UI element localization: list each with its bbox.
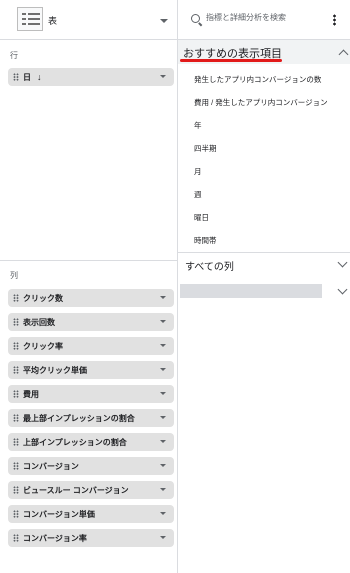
search-bar <box>178 0 350 40</box>
columns-label: 列 <box>10 271 18 280</box>
column-chip-label: コンバージョン <box>23 461 79 471</box>
highlight-underline <box>180 59 282 62</box>
chevron-down-icon[interactable] <box>160 344 166 347</box>
search-icon <box>191 14 200 23</box>
recommended-item[interactable]: 四半期 <box>194 143 217 154</box>
column-chip[interactable]: 費用 <box>8 385 174 403</box>
drag-handle-icon[interactable] <box>13 486 19 494</box>
row-chip-label: 日 <box>23 72 31 82</box>
chevron-down-icon[interactable] <box>160 368 166 371</box>
column-chip[interactable]: コンバージョン率 <box>8 529 174 547</box>
section-divider <box>0 260 178 261</box>
column-picker-panel: おすすめの表示項目 発生したアプリ内コンバージョンの数 費用 / 発生したアプリ… <box>178 0 350 573</box>
chevron-down-icon[interactable] <box>160 320 166 323</box>
chevron-down-icon[interactable] <box>160 75 166 78</box>
all-columns-title: すべての列 <box>185 262 234 273</box>
chevron-down-icon[interactable] <box>160 440 166 443</box>
drag-handle-icon[interactable] <box>13 390 19 398</box>
drag-handle-icon[interactable] <box>13 73 19 81</box>
chevron-down-icon[interactable] <box>160 19 168 23</box>
chart-type-select[interactable]: 表 <box>0 0 178 40</box>
chevron-down-icon[interactable] <box>160 296 166 299</box>
column-chip[interactable]: クリック数 <box>8 289 174 307</box>
drag-handle-icon[interactable] <box>13 318 19 326</box>
chevron-down-icon[interactable] <box>160 464 166 467</box>
column-chip[interactable]: コンバージョン <box>8 457 174 475</box>
column-chip-label: 平均クリック単価 <box>23 365 87 375</box>
chart-type-label: 表 <box>48 16 58 26</box>
chevron-down-icon[interactable] <box>160 512 166 515</box>
column-chip-label: コンバージョン率 <box>23 533 87 543</box>
column-chip-label: コンバージョン単価 <box>23 509 95 519</box>
chevron-down-icon[interactable] <box>160 488 166 491</box>
column-chip-label: 費用 <box>23 389 39 399</box>
column-chip-label: クリック率 <box>23 341 63 351</box>
column-chip[interactable]: 表示回数 <box>8 313 174 331</box>
column-chip[interactable]: ビュースルー コンバージョン <box>8 481 174 499</box>
recommended-item[interactable]: 時間帯 <box>194 235 217 246</box>
recommended-item[interactable]: 発生したアプリ内コンバージョンの数 <box>194 74 321 85</box>
search-input[interactable] <box>206 13 326 22</box>
chevron-down-icon[interactable] <box>160 392 166 395</box>
chevron-down-icon[interactable] <box>160 536 166 539</box>
column-chip[interactable]: 上部インプレッションの割合 <box>8 433 174 451</box>
table-icon <box>17 7 43 31</box>
drag-handle-icon[interactable] <box>13 366 19 374</box>
more-options-icon[interactable] <box>333 14 336 26</box>
drag-handle-icon[interactable] <box>13 342 19 350</box>
column-chip-label: 表示回数 <box>23 317 55 327</box>
drag-handle-icon[interactable] <box>13 414 19 422</box>
drag-handle-icon[interactable] <box>13 510 19 518</box>
recommended-item[interactable]: 費用 / 発生したアプリ内コンバージョン <box>194 97 328 108</box>
loading-placeholder-bar <box>180 284 322 298</box>
recommended-item[interactable]: 月 <box>194 166 202 177</box>
sort-arrow-icon[interactable]: ↓ <box>37 72 42 82</box>
chevron-down-icon[interactable] <box>160 416 166 419</box>
recommended-item[interactable]: 週 <box>194 189 202 200</box>
editor-left-panel: 表 行 日 ↓ 列 クリック数 表示回数 クリック率 平均クリック単価 費用 最… <box>0 0 178 573</box>
rows-label: 行 <box>10 51 18 60</box>
column-chip-label: 上部インプレッションの割合 <box>23 437 127 447</box>
drag-handle-icon[interactable] <box>13 534 19 542</box>
drag-handle-icon[interactable] <box>13 438 19 446</box>
column-chip[interactable]: コンバージョン単価 <box>8 505 174 523</box>
column-chip[interactable]: クリック率 <box>8 337 174 355</box>
drag-handle-icon[interactable] <box>13 294 19 302</box>
chevron-down-icon[interactable] <box>337 284 348 295</box>
column-chip[interactable]: 平均クリック単価 <box>8 361 174 379</box>
drag-handle-icon[interactable] <box>13 462 19 470</box>
row-chip-day[interactable]: 日 ↓ <box>8 68 174 86</box>
column-chip-label: ビュースルー コンバージョン <box>23 485 129 495</box>
recommended-item[interactable]: 曜日 <box>194 212 209 223</box>
column-chip-label: クリック数 <box>23 293 63 303</box>
recommended-item[interactable]: 年 <box>194 120 202 131</box>
column-chip-label: 最上部インプレッションの割合 <box>23 413 135 423</box>
column-chip[interactable]: 最上部インプレッションの割合 <box>8 409 174 427</box>
